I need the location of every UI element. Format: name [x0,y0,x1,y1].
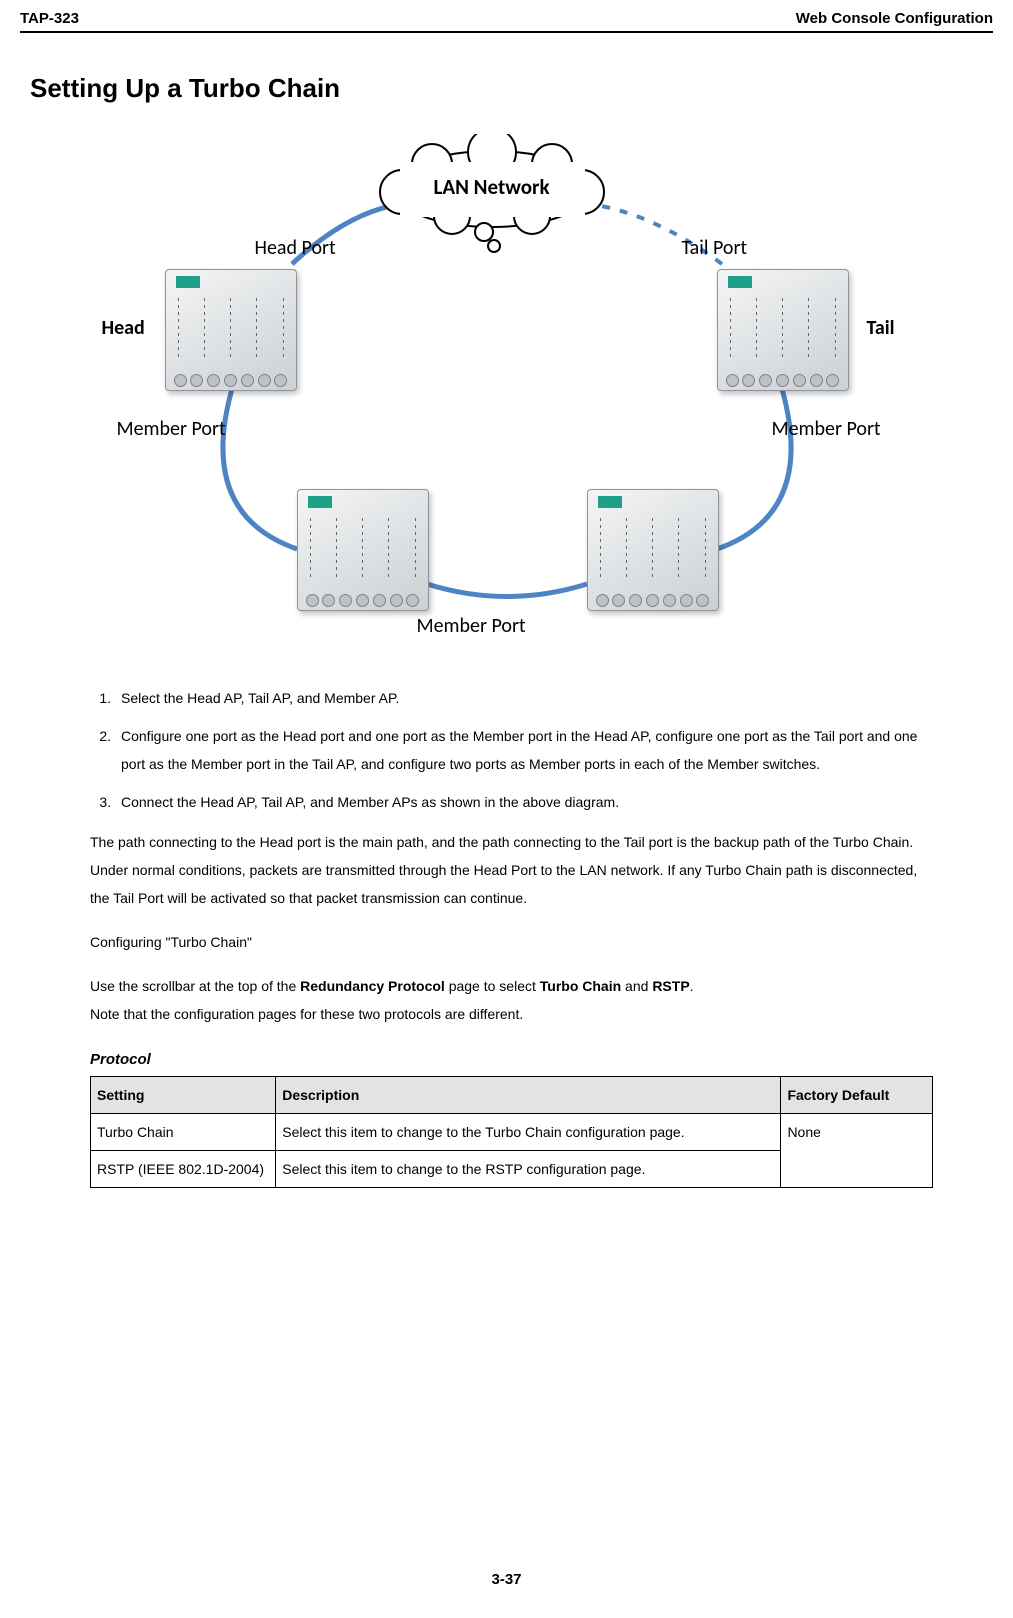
turbo-chain-diagram: LAN Network Head Port Tail Port Head Tai… [67,134,947,644]
th-setting: Setting [91,1077,276,1114]
device-tail [717,269,847,389]
device-member-left [297,489,427,609]
member-port-left-label: Member Port [117,417,226,441]
use-scrollbar-paragraph: Use the scrollbar at the top of the Redu… [90,972,933,1028]
step-3: Connect the Head AP, Tail AP, and Member… [115,788,933,816]
main-paragraph: The path connecting to the Head port is … [90,828,933,912]
body-text: Select the Head AP, Tail AP, and Member … [90,684,933,1188]
member-port-bottom-label: Member Port [417,614,526,638]
head-label: Head [102,316,145,340]
device-head [165,269,295,389]
page-header: TAP-323 Web Console Configuration [20,10,993,33]
protocol-title: Protocol [90,1046,933,1074]
cloud-label: LAN Network [434,174,550,200]
section-title: Setting Up a Turbo Chain [30,73,993,104]
configuring-subheading: Configuring "Turbo Chain" [90,928,933,956]
device-member-right [587,489,717,609]
head-port-label: Head Port [255,236,336,260]
steps-list: Select the Head AP, Tail AP, and Member … [90,684,933,816]
th-factory-default: Factory Default [781,1077,933,1114]
step-2: Configure one port as the Head port and … [115,722,933,778]
page-number: 3-37 [0,1571,1013,1588]
header-right: Web Console Configuration [796,10,993,27]
member-port-right-label: Member Port [772,417,881,441]
protocol-table: Setting Description Factory Default Turb… [90,1076,933,1188]
tail-label: Tail [867,316,895,340]
step-1: Select the Head AP, Tail AP, and Member … [115,684,933,712]
table-row: Turbo Chain Select this item to change t… [91,1114,933,1151]
th-description: Description [276,1077,781,1114]
header-left: TAP-323 [20,10,79,27]
tail-port-label: Tail Port [682,236,748,260]
